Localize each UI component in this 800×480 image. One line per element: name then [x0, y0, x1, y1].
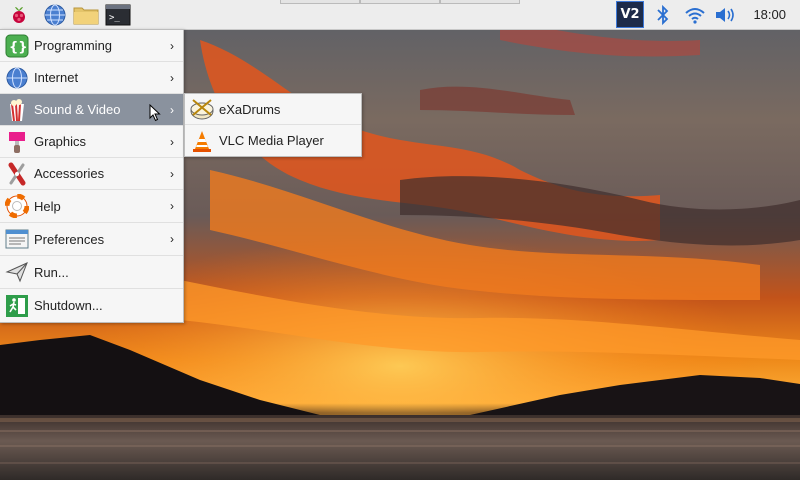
sound-video-icon [4, 97, 30, 123]
menu-item-vlc[interactable]: VLC Media Player [185, 125, 361, 156]
preferences-icon [4, 226, 30, 252]
taskbar-window-buttons [280, 0, 520, 4]
menu-item-label: Accessories [34, 166, 105, 181]
file-manager-icon[interactable] [73, 2, 99, 28]
menu-item-label: eXaDrums [219, 101, 281, 117]
submenu-arrow-icon: › [170, 166, 174, 181]
taskbar-window-slot[interactable] [360, 0, 440, 4]
wifi-icon[interactable] [682, 2, 708, 28]
raspberry-pi-icon[interactable] [6, 2, 32, 28]
top-panel: >_ V2 18:00 [0, 0, 800, 30]
clock[interactable]: 18:00 [753, 7, 786, 22]
menu-item-preferences[interactable]: Preferences › [0, 223, 183, 256]
exadrums-icon [189, 96, 215, 122]
application-menu: {} Programming › Internet › Sound & Vide… [0, 29, 184, 323]
submenu-arrow-icon: › [170, 70, 174, 85]
svg-text:>_: >_ [109, 13, 120, 23]
programming-icon: {} [4, 33, 30, 59]
submenu-arrow-icon: › [170, 38, 174, 53]
accessories-icon [4, 161, 30, 187]
vlc-icon [189, 128, 215, 154]
menu-item-label: Help [34, 198, 61, 214]
taskbar-window-slot[interactable] [440, 0, 520, 4]
menu-item-programming[interactable]: {} Programming › [0, 30, 183, 62]
menu-item-graphics[interactable]: Graphics › [0, 126, 183, 158]
graphics-icon [4, 129, 30, 155]
menu-item-shutdown[interactable]: Shutdown... [0, 289, 183, 322]
run-icon [4, 259, 30, 285]
menu-item-internet[interactable]: Internet › [0, 62, 183, 94]
menu-item-label: Sound & Video [34, 102, 121, 117]
bluetooth-icon[interactable] [650, 2, 676, 28]
sound-video-submenu: eXaDrums VLC Media Player [184, 93, 362, 157]
taskbar-window-slot[interactable] [280, 0, 360, 4]
menu-item-label: Internet [34, 70, 79, 85]
menu-item-label: Preferences [34, 231, 105, 247]
terminal-icon[interactable]: >_ [105, 2, 131, 28]
menu-item-label: Run... [34, 264, 69, 280]
help-icon [4, 193, 30, 219]
submenu-arrow-icon: › [170, 232, 174, 246]
submenu-arrow-icon: › [170, 199, 174, 213]
submenu-arrow-icon: › [170, 134, 174, 149]
internet-icon [4, 65, 30, 91]
vnc-icon[interactable]: V2 [616, 1, 644, 28]
svg-text:{}: {} [9, 40, 28, 55]
shutdown-icon [4, 293, 30, 319]
menu-item-label: VLC Media Player [219, 133, 324, 148]
menu-item-run[interactable]: Run... [0, 256, 183, 289]
volume-icon[interactable] [713, 2, 739, 28]
menu-item-label: Programming [34, 38, 113, 53]
web-browser-icon[interactable] [42, 2, 68, 28]
vnc-icon-label: V2 [620, 7, 640, 22]
mouse-pointer-icon [149, 103, 161, 125]
menu-item-exadrums[interactable]: eXaDrums [185, 94, 361, 125]
menu-item-help[interactable]: Help › [0, 190, 183, 223]
menu-item-accessories[interactable]: Accessories › [0, 158, 183, 190]
submenu-arrow-icon: › [170, 102, 174, 117]
menu-item-label: Shutdown... [34, 298, 103, 313]
menu-item-label: Graphics [34, 134, 87, 149]
